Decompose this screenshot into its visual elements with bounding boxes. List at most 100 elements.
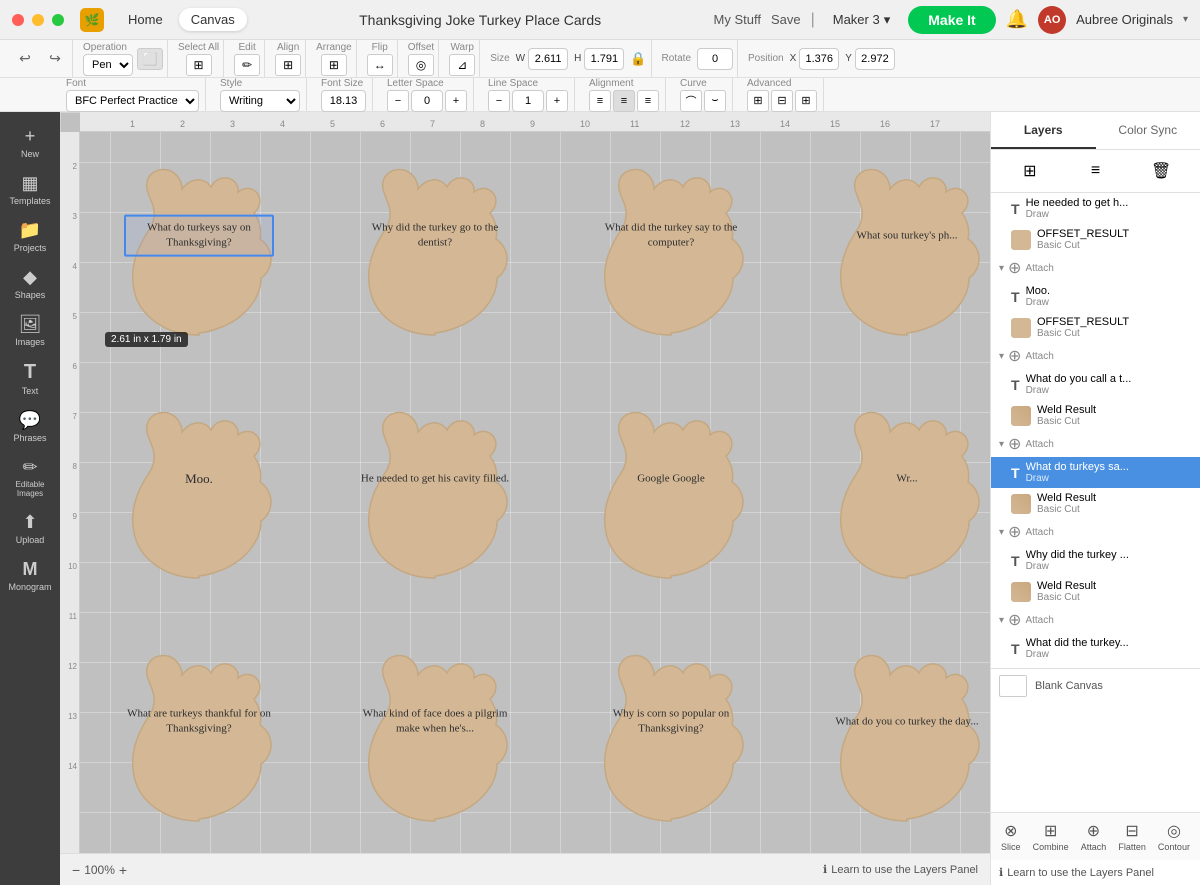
select-all-button[interactable]: ⊞ [186,54,212,76]
advanced-button-2[interactable]: ⊟ [771,90,793,112]
turkey-card-12[interactable]: What do you co turkey the day... [793,623,990,858]
layer-attach-5[interactable]: ▾ ⊕ Attach [991,607,1200,633]
align-button[interactable]: ⊞ [275,54,301,76]
flip-button[interactable]: ↔ [367,54,393,76]
layer-item-what-do-you-call[interactable]: T What do you call a t... Draw [991,369,1200,400]
sidebar-item-shapes[interactable]: ◆ Shapes [4,261,56,306]
card-text-5[interactable]: Moo. [124,470,274,488]
layer-item-what-do-turkeys[interactable]: T What do turkeys sa... Draw [991,457,1200,488]
learn-link[interactable]: ℹ Learn to use the Layers Panel [823,863,978,876]
zoom-in-button[interactable]: + [119,862,127,878]
card-text-3[interactable]: What did the turkey say to the computer? [596,220,746,251]
sidebar-item-projects[interactable]: 📁 Projects [4,214,56,259]
my-stuff-button[interactable]: My Stuff [714,12,761,27]
advanced-button-1[interactable]: ⊞ [747,90,769,112]
edit-button[interactable]: ✏ [234,54,260,76]
card-text-10[interactable]: What kind of face does a pilgrim make wh… [360,706,510,737]
align-center-button[interactable]: ≡ [613,90,635,112]
tab-layers[interactable]: Layers [991,112,1096,149]
flatten-button[interactable]: ⊟ Flatten [1114,819,1150,854]
rotate-input[interactable] [697,48,733,70]
user-chevron[interactable]: ▾ [1183,14,1188,25]
turkey-card-6[interactable]: He needed to get his cavity filled. [321,380,549,615]
turkey-card-1[interactable]: 2.61 in x 1.79 in What do turkeys say on… [85,137,313,372]
y-input[interactable] [855,48,895,70]
sidebar-item-templates[interactable]: ▦ Templates [4,167,56,212]
layer-item-offset-2[interactable]: OFFSET_RESULT Basic Cut [991,312,1200,343]
layer-attach-3[interactable]: ▾ ⊕ Attach [991,431,1200,457]
tab-color-sync[interactable]: Color Sync [1096,112,1200,149]
zoom-out-button[interactable]: − [72,862,80,878]
turkey-card-9[interactable]: What are turkeys thankful for on Thanksg… [85,623,313,858]
layer-item-offset-1[interactable]: OFFSET_RESULT Basic Cut [991,224,1200,255]
line-space-input[interactable] [512,90,544,112]
height-input[interactable] [584,48,624,70]
notification-icon[interactable]: 🔔 [1006,9,1028,30]
turkey-card-7[interactable]: Google Google [557,380,785,615]
turkey-card-3[interactable]: What did the turkey say to the computer? [557,137,785,372]
sidebar-item-new[interactable]: + New [4,120,56,165]
card-text-6[interactable]: He needed to get his cavity filled. [360,471,510,486]
font-size-input[interactable] [321,90,366,112]
font-style-select[interactable]: Writing [220,90,300,112]
maximize-button[interactable] [52,14,64,26]
layer-attach-2[interactable]: ▾ ⊕ Attach [991,343,1200,369]
turkey-card-10[interactable]: What kind of face does a pilgrim make wh… [321,623,549,858]
learn-panel-link[interactable]: ℹ Learn to use the Layers Panel [991,860,1200,885]
save-button[interactable]: Save [771,12,801,27]
curve-button-1[interactable]: ⌒ [680,90,702,112]
layer-item-what-did-turkey[interactable]: T What did the turkey... Draw [991,633,1200,664]
card-text-11[interactable]: Why is corn so popular on Thanksgiving? [596,706,746,737]
sidebar-item-upload[interactable]: ⬆ Upload [4,506,56,551]
align-left-button[interactable]: ≡ [589,90,611,112]
letter-space-increase[interactable]: + [445,90,467,112]
combine-button[interactable]: ⊞ Combine [1029,819,1073,854]
nav-home[interactable]: Home [116,8,175,31]
turkey-card-8[interactable]: Wr... [793,380,990,615]
offset-button[interactable]: ◎ [408,54,434,76]
font-family-select[interactable]: BFC Perfect Practice [66,90,199,112]
layer-item-why-did-turkey[interactable]: T Why did the turkey ... Draw [991,545,1200,576]
card-text-4[interactable]: What sou turkey's ph... [832,228,982,243]
close-button[interactable] [12,14,24,26]
redo-button[interactable]: ↪ [42,46,68,72]
arrange-button[interactable]: ⊞ [321,54,347,76]
turkey-card-5[interactable]: Moo. [85,380,313,615]
layer-attach-1[interactable]: ▾ ⊕ Attach [991,255,1200,281]
line-space-decrease[interactable]: − [488,90,510,112]
square-tool-button[interactable]: ⬜ [137,48,163,70]
layer-item-weld-2[interactable]: Weld Result Basic Cut [991,488,1200,519]
card-text-1[interactable]: What do turkeys say on Thanksgiving? [124,214,274,257]
card-text-12[interactable]: What do you co turkey the day... [832,714,982,729]
undo-button[interactable]: ↩ [12,46,38,72]
turkey-card-4[interactable]: What sou turkey's ph... [793,137,990,372]
layer-item-weld-1[interactable]: Weld Result Basic Cut [991,400,1200,431]
lock-icon[interactable]: 🔒 [630,51,646,67]
contour-button[interactable]: ◎ Contour [1154,819,1194,854]
card-text-7[interactable]: Google Google [596,471,746,486]
nav-canvas[interactable]: Canvas [179,8,247,31]
sidebar-item-phrases[interactable]: 💬 Phrases [4,404,56,449]
sidebar-item-monogram[interactable]: M Monogram [4,553,56,598]
attach-button[interactable]: ⊕ Attach [1077,819,1111,854]
grid-view-button[interactable]: ⊞ [1015,156,1045,186]
delete-button[interactable]: 🗑 [1146,156,1176,186]
slice-button[interactable]: ⊗ Slice [997,819,1025,854]
card-text-9[interactable]: What are turkeys thankful for on Thanksg… [124,706,274,737]
letter-space-input[interactable] [411,90,443,112]
list-view-button[interactable]: ≡ [1080,156,1110,186]
card-text-2[interactable]: Why did the turkey go to the dentist? [360,220,510,251]
make-it-button[interactable]: Make It [908,6,995,34]
sidebar-item-images[interactable]: 🖼 Images [4,308,56,353]
align-right-button[interactable]: ≡ [637,90,659,112]
width-input[interactable] [528,48,568,70]
layer-attach-4[interactable]: ▾ ⊕ Attach [991,519,1200,545]
minimize-button[interactable] [32,14,44,26]
canvas-area[interactable]: 1 2 3 4 5 6 7 8 9 10 11 12 13 14 15 16 1… [60,112,990,885]
warp-button[interactable]: ⊿ [449,54,475,76]
operation-select[interactable]: Pen [83,54,133,76]
x-input[interactable] [799,48,839,70]
canvas-content[interactable]: 1 2 3 4 5 6 7 8 9 10 11 12 13 14 15 16 1… [60,112,990,885]
turkey-card-11[interactable]: Why is corn so popular on Thanksgiving? [557,623,785,858]
card-text-8[interactable]: Wr... [832,471,982,486]
